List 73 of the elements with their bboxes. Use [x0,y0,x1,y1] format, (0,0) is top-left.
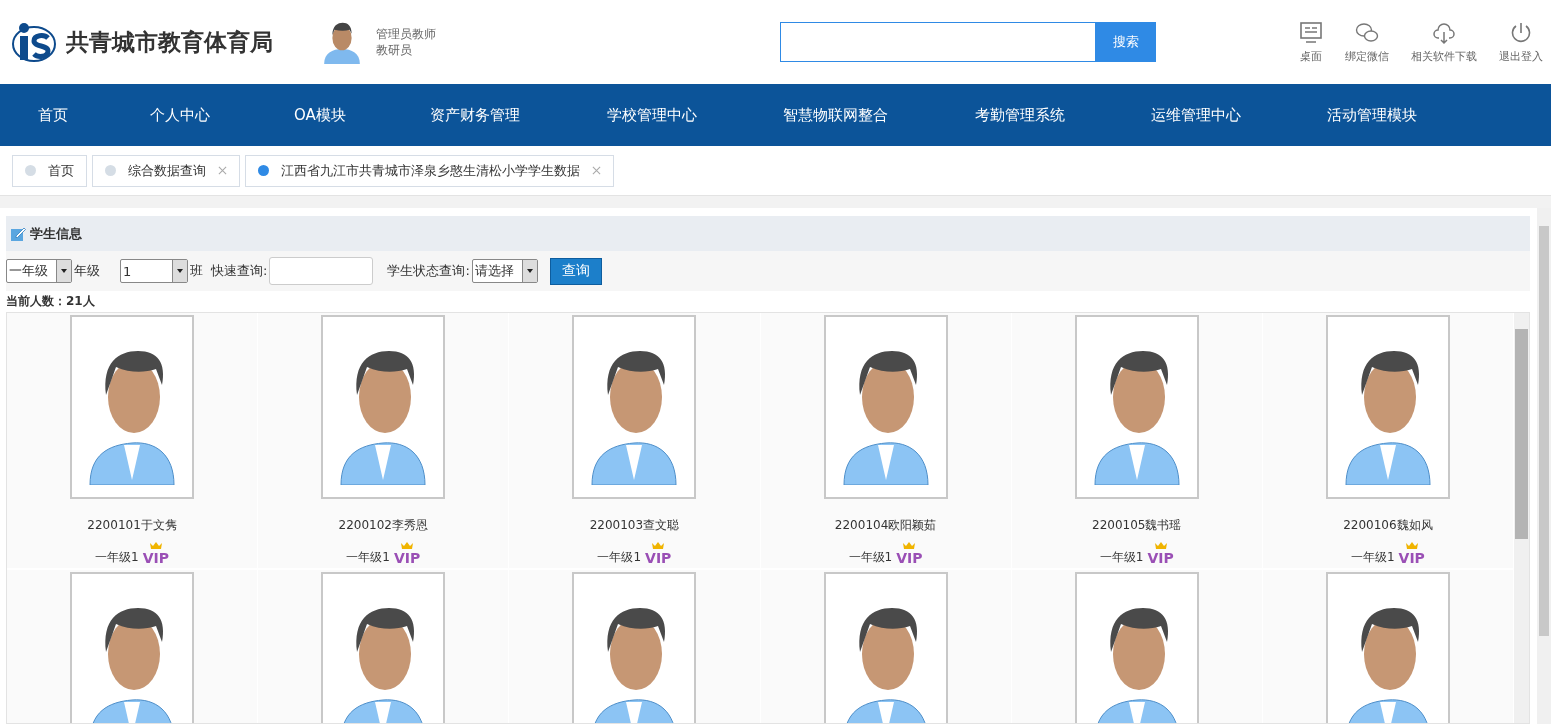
nav-item[interactable]: 学校管理中心 [607,105,783,125]
quick-search-label: 快速查询: [211,262,268,280]
vip-label: VIP [896,550,923,566]
grade-select[interactable]: 一年级 [6,259,72,283]
student-card[interactable]: 2200103查文聪 一年级1 VIP [509,313,761,570]
crown-icon [1154,542,1167,550]
tab-label[interactable]: 首页 [48,161,74,180]
grade-label: 年级 [74,262,100,280]
student-class: 一年级1 [346,549,390,566]
student-class: 一年级1 [95,549,139,566]
nav-item[interactable]: 个人中心 [150,105,294,125]
page-tab[interactable]: 首页 [12,154,87,187]
tool-label[interactable]: 桌面 [1300,48,1322,64]
search-field[interactable] [780,22,1095,62]
crown-icon [401,542,414,550]
nav-item[interactable]: 活动管理模块 [1327,105,1417,125]
student-class: 一年级1 [1099,549,1144,566]
vip-label: VIP [645,550,672,566]
search-button[interactable]: 搜索 [1095,22,1156,62]
student-class: 一年级1 [597,549,642,566]
scrollbar[interactable] [1514,313,1529,723]
nav-item[interactable]: 资产财务管理 [430,105,607,125]
tool-label[interactable]: 退出登入 [1499,48,1543,64]
quick-search-field[interactable] [269,257,374,285]
page-scrollbar[interactable] [1537,208,1551,724]
class-label: 班 [190,262,203,280]
edit-icon [10,225,26,242]
tool-label[interactable]: 绑定微信 [1345,48,1389,64]
logo-icon [10,20,58,64]
status-select[interactable]: 请选择 [471,259,538,283]
nav-item[interactable]: 首页 [38,105,150,125]
tab-label[interactable]: 综合数据查询 [128,161,206,180]
student-card[interactable]: 2200104欧阳颖茹 一年级1 VIP [760,313,1012,570]
user-name: 管理员教师 [376,26,436,42]
nav-item[interactable]: 智慧物联网整合 [783,105,975,125]
student-name: 2200106魏如风 [1343,517,1433,534]
crown-icon [149,542,162,550]
student-class: 一年级1 [1350,549,1395,566]
student-name: 2200104欧阳颖茹 [834,517,937,534]
class-select[interactable]: 1 [120,259,188,283]
nav-item[interactable]: OA模块 [294,105,430,125]
monitor-icon[interactable] [1299,20,1323,45]
cloud-download-icon[interactable] [1432,20,1456,45]
tab-label[interactable]: 江西省九江市共青城市泽泉乡憨生清松小学学生数据 [281,161,580,180]
vip-label: VIP [1147,550,1174,566]
student-card[interactable]: 2200106魏如风 一年级1 VIP [1262,313,1514,570]
chat-bubbles-icon[interactable] [1355,20,1379,45]
student-count: 当前人数：21人 [6,293,96,310]
student-name: 2200102李秀恩 [338,517,428,534]
vip-label: VIP [1398,550,1425,566]
student-card[interactable]: 2200101于文隽 一年级1 VIP [7,313,259,570]
student-class: 一年级1 [848,549,893,566]
query-button[interactable]: 查询 [549,257,602,285]
nav-item[interactable]: 运维管理中心 [1151,105,1327,125]
vip-label: VIP [393,550,421,566]
status-label: 学生状态查询: [387,262,470,280]
panel-title: 学生信息 [30,224,82,243]
crown-icon [1405,542,1418,550]
page-tab[interactable]: 综合数据查询 [92,154,240,187]
tool-label[interactable]: 相关软件下载 [1411,48,1477,64]
student-card[interactable]: 2200105魏书瑶 一年级1 VIP [1011,313,1263,570]
user-role: 教研员 [376,42,413,58]
student-name: 2200101于文隽 [87,517,177,534]
nav-item[interactable]: 考勤管理系统 [975,105,1151,125]
student-name: 2200105魏书瑶 [1092,517,1182,534]
crown-icon [652,542,665,550]
student-name: 2200103查文聪 [589,517,680,534]
vip-label: VIP [142,550,170,566]
student-card[interactable]: 2200102李秀恩 一年级1 VIP [258,313,510,570]
crown-icon [903,542,916,550]
power-icon[interactable] [1509,20,1533,45]
page-tab[interactable]: 江西省九江市共青城市泽泉乡憨生清松小学学生数据 [245,154,614,187]
site-title: 共青城市教育体育局 [66,27,273,57]
